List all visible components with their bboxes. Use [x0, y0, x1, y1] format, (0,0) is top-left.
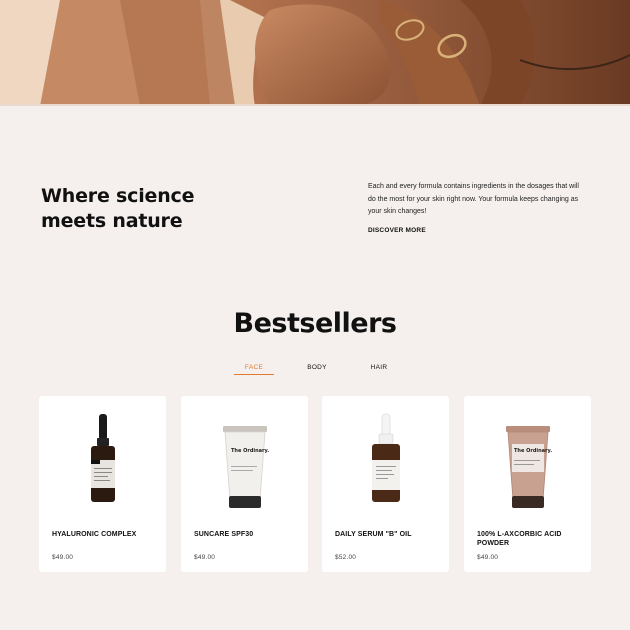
tube-brand-text: The Ordinary. — [514, 448, 552, 454]
product-price: $49.00 — [194, 554, 216, 561]
tab-body[interactable]: BODY — [297, 364, 337, 371]
dropper-bottle-white-image — [372, 413, 400, 502]
product-price: $49.00 — [477, 554, 499, 561]
rose-tube-image: The Ordinary. — [506, 426, 552, 508]
tab-body-label: BODY — [307, 364, 327, 371]
product-name: DAILY SERUM "B" OIL — [335, 531, 412, 538]
tab-face[interactable]: FACE — [234, 364, 274, 375]
tab-active-underline — [234, 374, 274, 375]
product-price: $49.00 — [52, 554, 74, 561]
intro-description: Each and every formula contains ingredie… — [368, 183, 579, 215]
product-card[interactable]: The Ordinary. SUNCARE SPF30 $49.00 — [181, 396, 308, 572]
product-price: $52.00 — [335, 554, 357, 561]
product-name: HYALURONIC COMPLEX — [52, 531, 137, 538]
category-tabs: FACE BODY HAIR — [0, 364, 630, 378]
hero-image — [0, 0, 630, 106]
dropper-bottle-dark-image — [91, 414, 115, 502]
tube-brand-text: The Ordinary. — [231, 448, 269, 454]
white-tube-image: The Ordinary. — [223, 426, 269, 508]
tab-hair-label: HAIR — [370, 364, 388, 371]
product-name: SUNCARE SPF30 — [194, 531, 254, 538]
discover-more-link[interactable]: DISCOVER MORE — [368, 227, 426, 234]
tab-face-label: FACE — [244, 364, 264, 371]
bestsellers-heading: Bestsellers — [233, 308, 397, 339]
product-card[interactable]: The Ordinary. 100% L-AXCORBIC ACID POWDE… — [464, 396, 591, 572]
product-card[interactable]: HYALURONIC COMPLEX $49.00 — [39, 396, 166, 572]
hero-hands-illustration — [0, 0, 630, 106]
product-name: 100% L-AXCORBIC ACID POWDER — [477, 531, 562, 547]
tab-hair[interactable]: HAIR — [359, 364, 399, 371]
intro-heading: Where science meets nature — [41, 185, 195, 232]
product-card[interactable]: DAILY SERUM "B" OIL $52.00 — [322, 396, 449, 572]
